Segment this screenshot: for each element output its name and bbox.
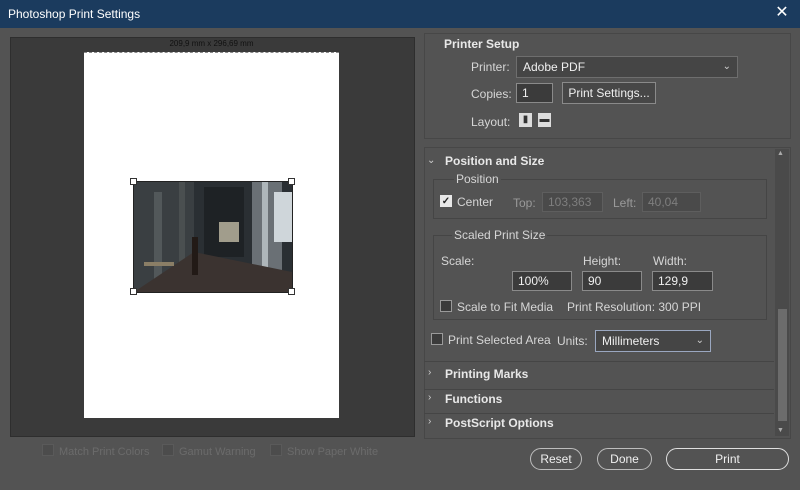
chevron-down-icon: ⌄ [722, 61, 731, 72]
chevron-down-icon[interactable]: ⌄ [427, 155, 435, 166]
match-print-colors-label: Match Print Colors [59, 446, 150, 458]
units-select[interactable]: Millimeters ⌄ [595, 330, 711, 352]
landscape-layout-icon[interactable]: ▬ [538, 113, 551, 127]
match-print-colors-checkbox[interactable] [42, 444, 54, 456]
chevron-right-icon[interactable]: › [428, 416, 431, 427]
done-button[interactable]: Done [597, 448, 652, 470]
resize-handle-top-left[interactable] [130, 178, 137, 185]
units-select-value: Millimeters [602, 334, 660, 348]
left-input[interactable]: 40,04 [642, 192, 701, 212]
scroll-up-icon[interactable]: ▲ [777, 150, 784, 157]
center-checkbox[interactable]: ✓ [440, 195, 452, 207]
title-bar: Photoshop Print Settings ✕ [0, 0, 800, 28]
printer-label: Printer: [471, 60, 510, 74]
print-resolution: Print Resolution: 300 PPI [567, 300, 702, 314]
scale-to-fit-checkbox[interactable] [440, 300, 452, 312]
copies-input[interactable]: 1 [516, 83, 553, 103]
print-button[interactable]: Print [666, 448, 789, 470]
width-input[interactable]: 129,9 [652, 271, 713, 291]
units-label: Units: [557, 334, 588, 348]
height-input[interactable]: 90 [582, 271, 642, 291]
scroll-down-icon[interactable]: ▼ [777, 427, 784, 434]
scaled-print-size-label: Scaled Print Size [452, 228, 548, 242]
scale-label: Scale: [441, 254, 475, 268]
printer-select-value: Adobe PDF [523, 60, 586, 74]
center-label: Center [457, 195, 494, 209]
position-and-size-heading[interactable]: Position and Size [445, 154, 544, 168]
top-label: Top: [513, 196, 536, 210]
height-label: Height: [583, 254, 622, 268]
copies-label: Copies: [471, 87, 512, 101]
scale-to-fit-label: Scale to Fit Media [457, 300, 554, 314]
width-label: Width: [653, 254, 688, 268]
section-divider [424, 361, 774, 362]
printing-marks-heading[interactable]: Printing Marks [445, 367, 528, 381]
show-paper-white-label: Show Paper White [287, 446, 379, 458]
print-selected-area-label: Print Selected Area [448, 333, 551, 347]
portrait-layout-icon[interactable]: ▮ [519, 113, 532, 127]
left-label: Left: [613, 196, 637, 210]
paper-dimensions: 209,9 mm x 296,69 mm [169, 39, 254, 48]
layout-label: Layout: [471, 115, 511, 129]
window-title: Photoshop Print Settings [8, 7, 141, 21]
postscript-options-heading[interactable]: PostScript Options [445, 416, 554, 430]
chevron-right-icon[interactable]: › [428, 392, 431, 403]
image-preview[interactable] [133, 181, 293, 293]
scale-input[interactable]: 100% [512, 271, 572, 291]
position-group-label: Position [454, 172, 501, 186]
scrollbar-thumb[interactable] [778, 309, 787, 421]
printer-setup-heading: Printer Setup [444, 37, 520, 51]
gamut-warning-checkbox[interactable] [162, 444, 174, 456]
printer-select[interactable]: Adobe PDF ⌄ [516, 56, 738, 78]
close-icon[interactable]: ✕ [772, 3, 792, 23]
gamut-warning-option[interactable]: Gamut Warning [162, 444, 256, 458]
chevron-right-icon[interactable]: › [428, 367, 431, 378]
print-settings-button[interactable]: Print Settings... [562, 82, 656, 104]
resize-handle-top-right[interactable] [288, 178, 295, 185]
section-divider [424, 413, 774, 414]
resize-handle-bottom-left[interactable] [130, 288, 137, 295]
resize-handle-bottom-right[interactable] [288, 288, 295, 295]
gamut-warning-label: Gamut Warning [179, 446, 256, 458]
print-selected-area-checkbox[interactable] [431, 333, 443, 345]
show-paper-white-option[interactable]: Show Paper White [270, 444, 378, 458]
top-input[interactable]: 103,363 [542, 192, 603, 212]
functions-heading[interactable]: Functions [445, 392, 502, 406]
chevron-down-icon: ⌄ [695, 335, 704, 346]
reset-button[interactable]: Reset [530, 448, 582, 470]
section-divider [424, 389, 774, 390]
match-print-colors-option[interactable]: Match Print Colors [42, 444, 149, 458]
show-paper-white-checkbox[interactable] [270, 444, 282, 456]
